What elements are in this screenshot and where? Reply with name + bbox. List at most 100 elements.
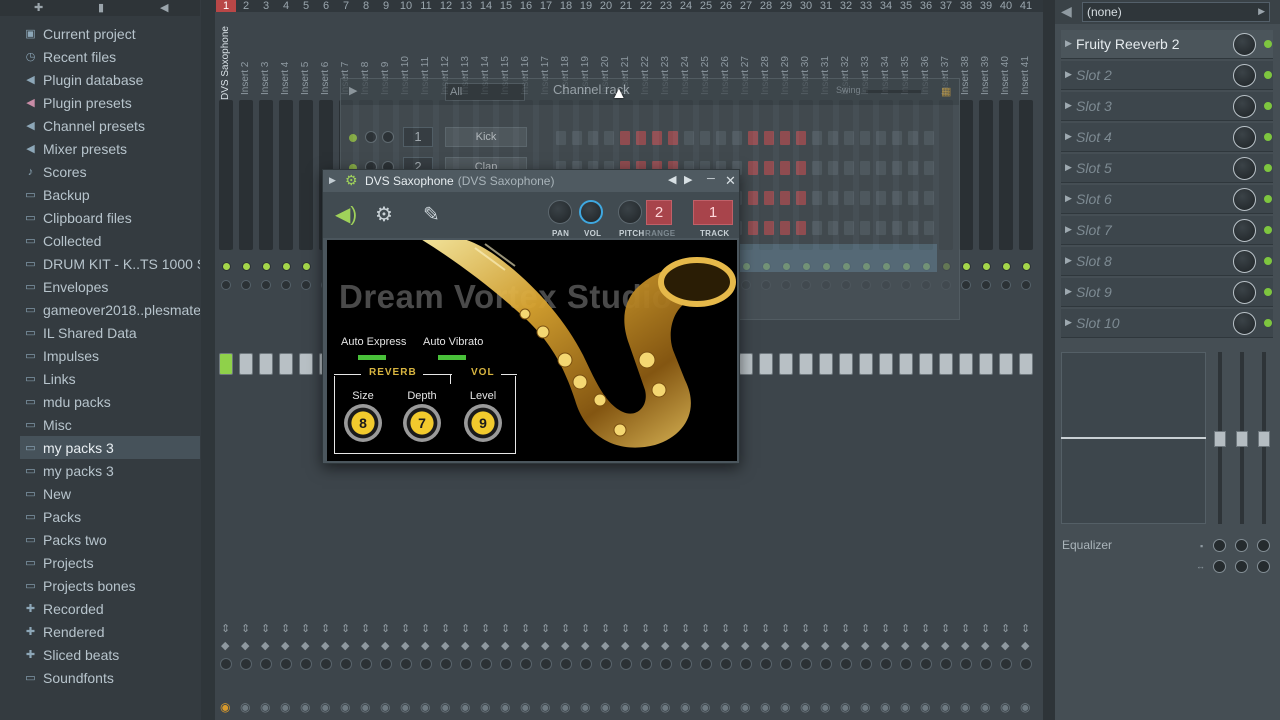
step-button[interactable] [843,160,855,176]
strip-fader[interactable] [739,353,753,375]
route-arrow-icon[interactable]: ⇕ [841,622,850,635]
route-arrow-icon[interactable]: ⇕ [221,622,230,635]
route-arrow-icon[interactable]: ◆ [281,639,289,652]
browser-item[interactable]: ▭ Backup [20,183,200,206]
record-arm-icon[interactable]: ◉ [600,700,610,714]
record-arm-icon[interactable]: ◉ [640,700,650,714]
browser-item[interactable]: ◀ Plugin database [20,68,200,91]
browser-file-icon[interactable]: ▮ [98,1,104,14]
strip-send-knob[interactable] [880,658,892,670]
record-arm-icon[interactable]: ◉ [520,700,530,714]
track-value[interactable]: 1 [693,200,733,225]
mixer-preset-select[interactable]: (none) ▶ [1082,2,1270,22]
slot-enable-led[interactable] [1264,195,1272,203]
strip-fader[interactable] [759,353,773,375]
route-arrow-icon[interactable]: ◆ [781,639,789,652]
route-arrow-icon[interactable]: ⇕ [361,622,370,635]
browser-item[interactable]: ▭ New [20,482,200,505]
route-arrow-icon[interactable]: ⇕ [401,622,410,635]
route-arrow-icon[interactable]: ⇕ [641,622,650,635]
strip-send-knob[interactable] [720,658,732,670]
route-arrow-icon[interactable]: ⇕ [661,622,670,635]
record-arm-icon[interactable]: ◉ [1020,700,1030,714]
route-arrow-icon[interactable]: ◆ [461,639,469,652]
strip-enable-led[interactable] [1002,262,1011,271]
effect-slot[interactable]: ▶ Fruity Reeverb 2 [1061,30,1273,59]
route-arrow-icon[interactable]: ◆ [841,639,849,652]
effect-slot[interactable]: ▶ Slot 10 [1061,309,1273,338]
browser-item[interactable]: ▭ gameover2018..plesmaterial [20,298,200,321]
record-arm-icon[interactable]: ◉ [700,700,710,714]
strip-send-knob[interactable] [940,658,952,670]
step-button[interactable] [555,130,567,146]
slot-menu-arrow-icon[interactable]: ▶ [1065,100,1072,111]
plugin-titlebar[interactable]: ▶ ⚙ DVS Saxophone (DVS Saxophone) ◀ ▶ ─ ✕ [323,170,739,192]
eq-knob[interactable] [1257,539,1270,552]
step-button[interactable] [859,160,871,176]
next-preset-icon[interactable]: ▶ [684,173,692,186]
step-button[interactable] [891,130,903,146]
step-button[interactable] [587,130,599,146]
route-arrow-icon[interactable]: ◆ [641,639,649,652]
step-button[interactable] [827,160,839,176]
step-button[interactable] [907,160,919,176]
strip-pan-knob[interactable] [1001,280,1011,290]
record-arm-icon[interactable]: ◉ [380,700,390,714]
slot-enable-led[interactable] [1264,288,1272,296]
record-arm-icon[interactable]: ◉ [300,700,310,714]
route-arrow-icon[interactable]: ⇕ [701,622,710,635]
mixer-scrollbar[interactable] [1043,0,1055,720]
route-arrow-icon[interactable]: ◆ [501,639,509,652]
slot-mix-knob[interactable] [1233,312,1256,335]
route-arrow-icon[interactable]: ◆ [701,639,709,652]
browser-speaker-icon[interactable]: ◀ [160,1,168,14]
strip-fader[interactable] [819,353,833,375]
step-button[interactable] [923,130,935,146]
step-button[interactable] [795,220,807,236]
route-arrow-icon[interactable]: ⇕ [281,622,290,635]
route-arrow-icon[interactable]: ⇕ [1001,622,1010,635]
step-button[interactable] [875,190,887,206]
record-arm-icon[interactable]: ◉ [420,700,430,714]
strip-send-knob[interactable] [800,658,812,670]
step-button[interactable] [859,190,871,206]
route-arrow-icon[interactable]: ⇕ [581,622,590,635]
route-arrow-icon[interactable]: ◆ [621,639,629,652]
pitch-knob[interactable] [618,200,642,224]
step-button[interactable] [907,130,919,146]
route-arrow-icon[interactable]: ◆ [921,639,929,652]
route-arrow-icon[interactable]: ⇕ [801,622,810,635]
slot-mix-knob[interactable] [1233,33,1256,56]
browser-item[interactable]: ▭ Misc [20,413,200,436]
slot-menu-arrow-icon[interactable]: ▶ [1065,317,1072,328]
step-button[interactable] [683,130,695,146]
step-button[interactable] [891,220,903,236]
browser-item[interactable]: ✚ Rendered [20,620,200,643]
depth-knob[interactable]: 7 [403,404,441,442]
level-knob[interactable]: 9 [464,404,502,442]
route-arrow-icon[interactable]: ⇕ [241,622,250,635]
eq-band-fader[interactable] [1214,431,1226,447]
route-arrow-icon[interactable]: ⇕ [301,622,310,635]
eq-band-fader[interactable] [1258,431,1270,447]
step-button[interactable] [763,190,775,206]
browser-item[interactable]: ▭ DRUM KIT - K..TS 1000 SUBS [20,252,200,275]
route-arrow-icon[interactable]: ⇕ [761,622,770,635]
browser-item[interactable]: ▭ Links [20,367,200,390]
auto-vibrato-switch[interactable] [438,355,466,360]
strip-fader[interactable] [779,353,793,375]
route-arrow-icon[interactable]: ◆ [1021,639,1029,652]
step-button[interactable] [635,130,647,146]
slot-mix-knob[interactable] [1233,219,1256,242]
step-button[interactable] [795,160,807,176]
record-arm-icon[interactable]: ◉ [840,700,850,714]
strip-send-knob[interactable] [780,658,792,670]
route-arrow-icon[interactable]: ◆ [881,639,889,652]
record-arm-icon[interactable]: ◉ [720,700,730,714]
browser-item[interactable]: ✚ Recorded [20,597,200,620]
effect-slot[interactable]: ▶ Slot 7 [1061,216,1273,245]
step-button[interactable] [923,160,935,176]
route-arrow-icon[interactable]: ⇕ [881,622,890,635]
record-arm-icon[interactable]: ◉ [740,700,750,714]
strip-send-knob[interactable] [920,658,932,670]
